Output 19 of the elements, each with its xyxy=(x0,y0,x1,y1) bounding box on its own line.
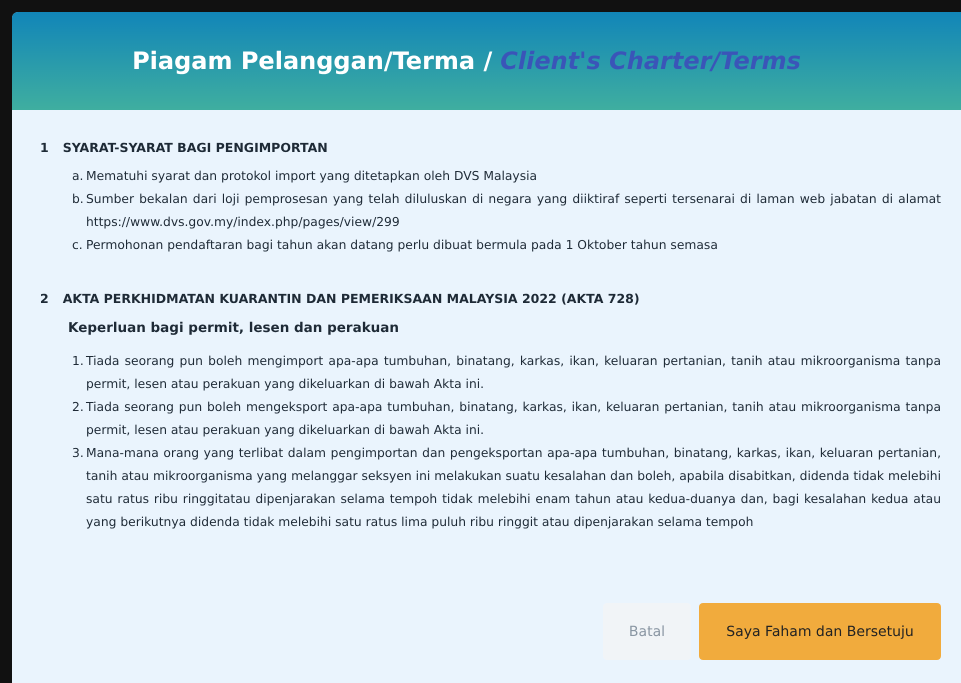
list-item-text: Tiada seorang pun boleh mengimport apa-apa tumbuhan, binatang, karkas, ikan, keluaran pertanian, tanih atau mikroorganisma tanpa permit, lesen atau perakuan yang dikeluarkan di bawah Akta ini. xyxy=(86,353,941,393)
list-marker: 2. xyxy=(72,399,85,416)
agree-button[interactable]: Saya Faham dan Bersetuju xyxy=(699,603,941,660)
list-marker: 1. xyxy=(72,353,85,370)
dialog-title-translation: Client's Charter/Terms xyxy=(500,47,801,75)
section-number: 2 xyxy=(40,291,49,306)
dialog-title: Piagam Pelanggan/Terma / xyxy=(132,47,492,75)
list-marker: c. xyxy=(72,237,84,254)
section-heading: SYARAT-SYARAT BAGI PENGIMPORTAN xyxy=(62,140,328,155)
list-item-text: Mana-mana orang yang terlibat dalam pengimportan dan pengeksportan apa-apa tumbuhan, binatang, karkas, ikan, keluaran pertanian, tanih atau mikroorganisma yang melanggar seksyen ini melakukan suatu kesalahan dan boleh, apabila disabitkan, didenda tidak melebihi satu ratus ribu ringgitatau dipenjarakan selama tempoh tidak melebihi enam tahun atau kedua-duanya dan, bagi kesalahan kedua atau yang berikutnya didenda tidak melebihi satu ratus lima puluh ribu ringgit atau dipenjarakan selama tempoh xyxy=(86,445,941,531)
list-marker: 3. xyxy=(72,445,85,462)
list-item-text: Mematuhi syarat dan protokol import yang ditetapkan oleh DVS Malaysia xyxy=(86,168,538,185)
list-item-text: Tiada seorang pun boleh mengeksport apa-apa tumbuhan, binatang, karkas, ikan, keluaran pertanian, tanih atau mikroorganisma tanpa permit, lesen atau perakuan yang dikeluarkan di bawah Akta ini. xyxy=(86,399,941,439)
list-marker: a. xyxy=(72,168,84,185)
list-marker: b. xyxy=(72,191,85,208)
section-number: 1 xyxy=(40,140,49,155)
list-item-text: Permohonan pendaftaran bagi tahun akan datang perlu dibuat bermula pada 1 Oktober tahun semasa xyxy=(86,237,719,254)
section-subheading: Keperluan bagi permit, lesen dan perakuan xyxy=(68,320,400,336)
section-heading: AKTA PERKHIDMATAN KUARANTIN DAN PEMERIKSAAN MALAYSIA 2022 (AKTA 728) xyxy=(62,291,640,306)
